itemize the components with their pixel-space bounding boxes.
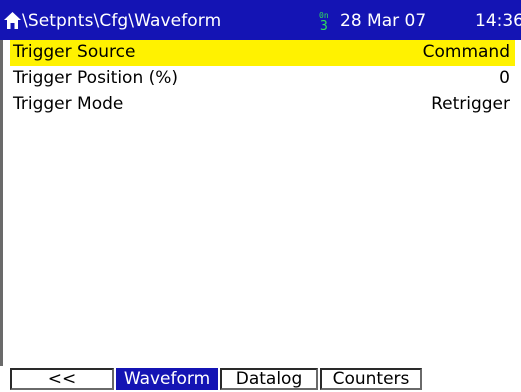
setting-label: Trigger Source [13,42,136,62]
setting-row-trigger-position[interactable]: Trigger Position (%) 0 [10,66,515,92]
svg-text:3: 3 [320,19,328,32]
setting-row-trigger-mode[interactable]: Trigger Mode Retrigger [10,92,515,118]
settings-list: Trigger Source Command Trigger Position … [0,40,521,118]
title-bar: \Setpnts\Cfg\Waveform 0n 3 28 Mar 07 14:… [0,0,521,40]
breadcrumb-path: \Setpnts\Cfg\Waveform [22,11,222,31]
setting-value: Retrigger [431,94,510,114]
datalog-softkey[interactable]: Datalog [220,368,318,390]
back-softkey[interactable]: << [10,368,114,390]
setting-row-trigger-source[interactable]: Trigger Source Command [10,40,515,66]
comm-icon: 0n 3 [319,11,329,32]
setting-value: 0 [499,68,510,88]
time-display: 14:36 [475,11,521,31]
counters-softkey[interactable]: Counters [320,368,422,390]
setting-value: Command [422,42,510,62]
waveform-softkey[interactable]: Waveform [116,368,218,390]
setting-label: Trigger Position (%) [13,68,179,88]
home-icon[interactable] [4,12,21,29]
date-display: 28 Mar 07 [340,11,427,31]
setting-label: Trigger Mode [13,94,124,114]
softkey-bar: << Waveform Datalog Counters [0,366,521,392]
